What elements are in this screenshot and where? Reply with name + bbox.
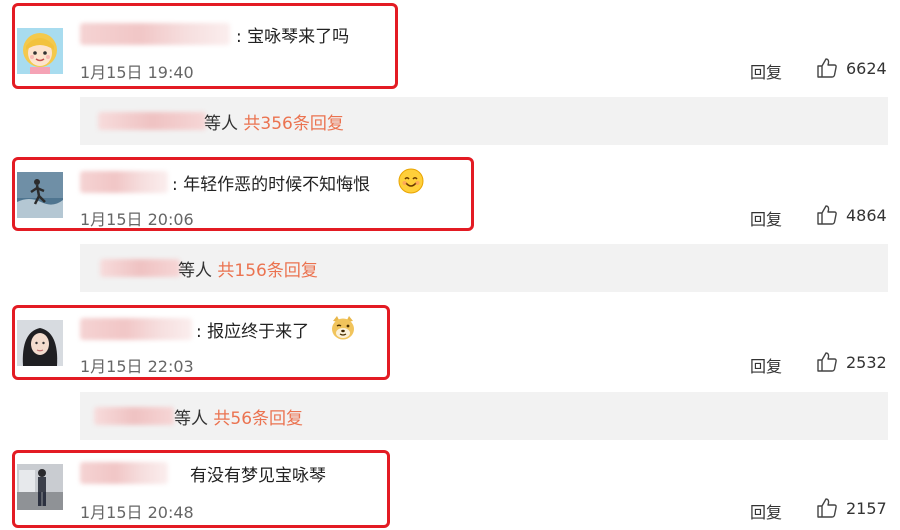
reply-summary-text: 等人 共156条回复: [178, 261, 318, 281]
replier-names-blurred: [94, 407, 174, 425]
reply-button[interactable]: 回复: [750, 499, 782, 523]
reply-button[interactable]: 回复: [750, 59, 782, 83]
reply-summary-text: 等人 共356条回复: [204, 114, 344, 134]
view-replies-link[interactable]: 共156条回复: [217, 261, 317, 281]
like-count: 6624: [846, 59, 887, 78]
view-replies-link[interactable]: 共356条回复: [243, 114, 343, 134]
like-count: 2532: [846, 353, 887, 372]
highlight-box: [12, 450, 390, 528]
thumbs-up-icon[interactable]: [816, 351, 838, 373]
highlight-box: [12, 157, 474, 231]
reply-summary-bar[interactable]: 等人 共56条回复: [80, 392, 888, 440]
reply-summary-bar[interactable]: 等人 共156条回复: [80, 244, 888, 292]
comment-item: : 宝咏琴来了吗 1月15日 19:40 回复 6624: [0, 0, 900, 100]
reply-button[interactable]: 回复: [750, 206, 782, 230]
like-count: 2157: [846, 499, 887, 518]
highlight-box: [12, 3, 398, 89]
like-count: 4864: [846, 206, 887, 225]
thumbs-up-icon[interactable]: [816, 204, 838, 226]
comment-item: : 年轻作恶的时候不知悔恨 1月15日 20:06 回复 4864: [0, 148, 900, 248]
reply-button[interactable]: 回复: [750, 353, 782, 377]
thumbs-up-icon[interactable]: [816, 57, 838, 79]
reply-summary-bar[interactable]: 等人 共356条回复: [80, 97, 888, 145]
view-replies-link[interactable]: 共56条回复: [213, 409, 303, 429]
highlight-box: [12, 305, 390, 380]
replier-names-blurred: [100, 259, 180, 277]
thumbs-up-icon[interactable]: [816, 497, 838, 519]
comment-item: 有没有梦见宝咏琴 1月15日 20:48 回复 2157: [0, 440, 900, 530]
comment-item: : 报应终于来了 1月15日 22:03 回复 2532: [0, 296, 900, 396]
replier-names-blurred: [98, 112, 206, 130]
reply-summary-text: 等人 共56条回复: [174, 409, 304, 429]
